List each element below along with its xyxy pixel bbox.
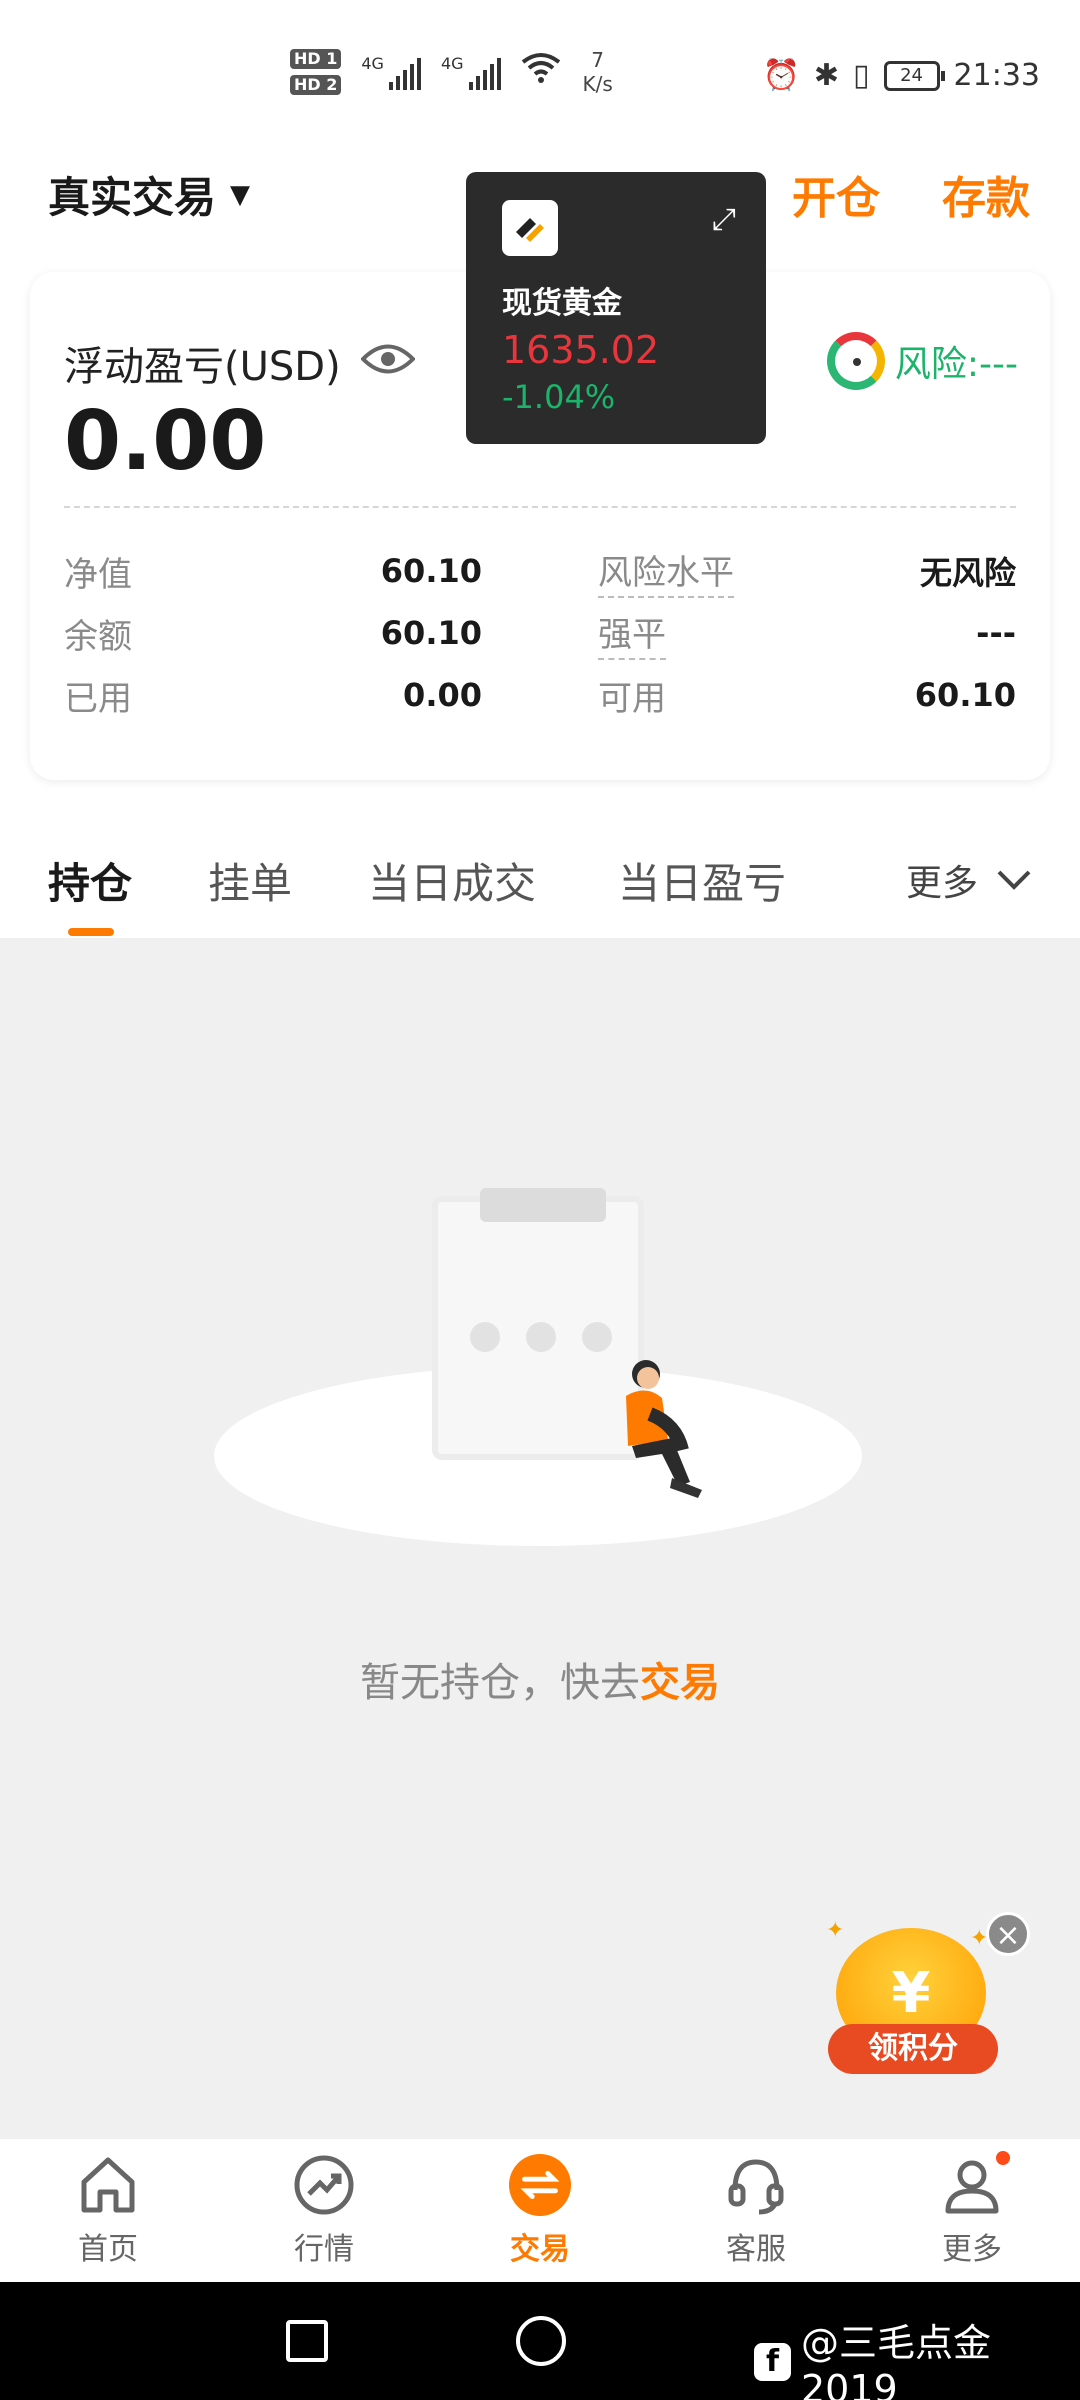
risk-gauge-icon <box>826 332 885 390</box>
open-position-button[interactable]: 开仓 <box>792 162 880 226</box>
tab-pending-orders[interactable]: 挂单 <box>208 850 292 911</box>
stats-row: 余额 60.10 强平 --- <box>64 602 1016 664</box>
deposit-button[interactable]: 存款 <box>942 162 1030 226</box>
nav-more[interactable]: 更多 <box>864 2139 1080 2282</box>
quote-name: 现货黄金 <box>502 286 622 321</box>
hd2-badge: HD 2 <box>290 75 342 95</box>
system-nav-bar: f @三毛点金2019 <box>0 2282 1080 2400</box>
tab-more-label: 更多 <box>906 863 979 904</box>
position-tabs: 持仓 挂单 当日成交 当日盈亏 更多 <box>0 800 1080 938</box>
battery-icon: 24 <box>883 60 945 91</box>
notification-dot <box>996 2151 1010 2165</box>
status-left: HD 1 HD 2 4G 4G 7 K/s <box>290 48 613 96</box>
quote-price: 1635.02 <box>502 328 660 372</box>
empty-illustration <box>214 1186 862 1546</box>
wifi-icon <box>521 52 561 93</box>
stat-value: 无风险 <box>919 554 1016 592</box>
stat-value: 60.10 <box>914 676 1016 714</box>
expand-icon[interactable]: ⤢ <box>712 202 736 237</box>
floating-pl-value: 0.00 <box>64 394 267 489</box>
close-icon[interactable]: × <box>986 1912 1030 1956</box>
speed-value: 7 <box>591 48 605 72</box>
watermark: f @三毛点金2019 <box>754 2312 1080 2400</box>
stat-key[interactable]: 风险水平 <box>598 545 734 598</box>
clock: 21:33 <box>953 58 1040 93</box>
stat-value: 60.10 <box>380 552 482 590</box>
stats-row: 已用 0.00 可用 60.10 <box>64 664 1016 726</box>
nav-support-label: 客服 <box>726 2231 786 2267</box>
weibo-logo-icon: f <box>754 2342 791 2381</box>
app-logo-icon <box>502 200 558 256</box>
net-speed: 7 K/s <box>583 48 613 96</box>
speed-unit: K/s <box>582 72 613 96</box>
tab-today-pl[interactable]: 当日盈亏 <box>618 850 786 911</box>
stat-key: 已用 <box>64 678 132 719</box>
hd1-badge: HD 1 <box>290 49 342 69</box>
stat-value: 60.10 <box>380 614 482 652</box>
net1-label: 4G <box>361 54 384 73</box>
eye-icon[interactable] <box>359 340 416 386</box>
net2-label: 4G <box>440 54 464 73</box>
alarm-icon: ⏰ <box>762 58 800 93</box>
go-trade-link[interactable]: 交易 <box>640 1660 720 1706</box>
trade-swap-icon <box>509 2153 571 2216</box>
quote-popup[interactable]: ⤢ 现货黄金 1635.02 -1.04% <box>466 172 766 444</box>
stat-key[interactable]: 强平 <box>598 607 666 660</box>
home-button[interactable] <box>516 2316 566 2366</box>
bottom-nav: 首页 行情 交易 客服 更多 <box>0 2138 1080 2282</box>
risk-indicator[interactable]: 风险:--- <box>826 332 1018 390</box>
sparkle-icon: ✦ <box>826 1918 845 1943</box>
account-stats: 净值 60.10 风险水平 无风险 余额 60.10 强平 --- 已用 0.00 可用 6… <box>64 540 1016 726</box>
floating-pl-header: 浮动盈亏(USD) <box>64 334 416 392</box>
stat-key: 可用 <box>598 678 666 719</box>
home-icon <box>77 2154 139 2216</box>
tab-positions[interactable]: 持仓 <box>48 850 132 911</box>
status-right: ⏰ ✱ ▯ 24 21:33 <box>763 58 1040 93</box>
nav-trade[interactable]: 交易 <box>432 2139 648 2282</box>
card-divider <box>64 506 1016 508</box>
recents-button[interactable] <box>286 2320 328 2362</box>
headset-icon <box>725 2154 787 2216</box>
account-label: 真实交易 <box>48 173 217 222</box>
status-bar: HD 1 HD 2 4G 4G 7 K/s ⏰ ✱ ▯ 24 21:33 <box>0 0 1080 150</box>
quote-change: -1.04% <box>502 378 616 416</box>
nav-market[interactable]: 行情 <box>216 2139 432 2282</box>
signal-icon-2: 4G <box>441 54 501 90</box>
watermark-text: @三毛点金2019 <box>800 2321 991 2400</box>
tab-today-deals[interactable]: 当日成交 <box>368 850 536 911</box>
claim-points-button[interactable]: 领积分 <box>828 2024 998 2074</box>
bluetooth-icon: ✱ <box>813 58 840 93</box>
empty-state-text: 暂无持仓，快去 <box>360 1660 640 1706</box>
reward-widget[interactable]: ✦ ✦ ¥ 领积分 <box>810 1918 1000 2098</box>
chevron-down-icon <box>996 861 1032 899</box>
risk-label: 风险:--- <box>894 344 1018 385</box>
vibrate-icon: ▯ <box>853 58 870 93</box>
stat-value: 0.00 <box>403 676 482 714</box>
market-trend-icon <box>293 2154 355 2216</box>
empty-state-message: 暂无持仓，快去交易 <box>0 1650 1080 1708</box>
nav-support[interactable]: 客服 <box>648 2139 864 2282</box>
hd-indicators: HD 1 HD 2 <box>290 49 342 95</box>
nav-market-label: 行情 <box>294 2231 354 2267</box>
tab-more[interactable]: 更多 <box>906 854 1032 906</box>
stat-key: 余额 <box>64 616 132 657</box>
floating-pl-label: 浮动盈亏(USD) <box>64 344 341 390</box>
active-tab-indicator <box>68 928 114 936</box>
nav-home[interactable]: 首页 <box>0 2139 216 2282</box>
stat-key: 净值 <box>64 554 132 595</box>
stat-value: --- <box>976 614 1016 652</box>
person-icon <box>610 1354 710 1508</box>
nav-home-label: 首页 <box>78 2231 138 2267</box>
account-switcher[interactable]: 真实交易 ▼ <box>48 164 250 225</box>
stats-row: 净值 60.10 风险水平 无风险 <box>64 540 1016 602</box>
caret-down-icon: ▼ <box>230 179 251 210</box>
nav-trade-label: 交易 <box>510 2231 570 2267</box>
signal-icon-1: 4G <box>361 54 421 90</box>
nav-more-label: 更多 <box>942 2231 1002 2267</box>
user-icon <box>941 2154 1003 2216</box>
